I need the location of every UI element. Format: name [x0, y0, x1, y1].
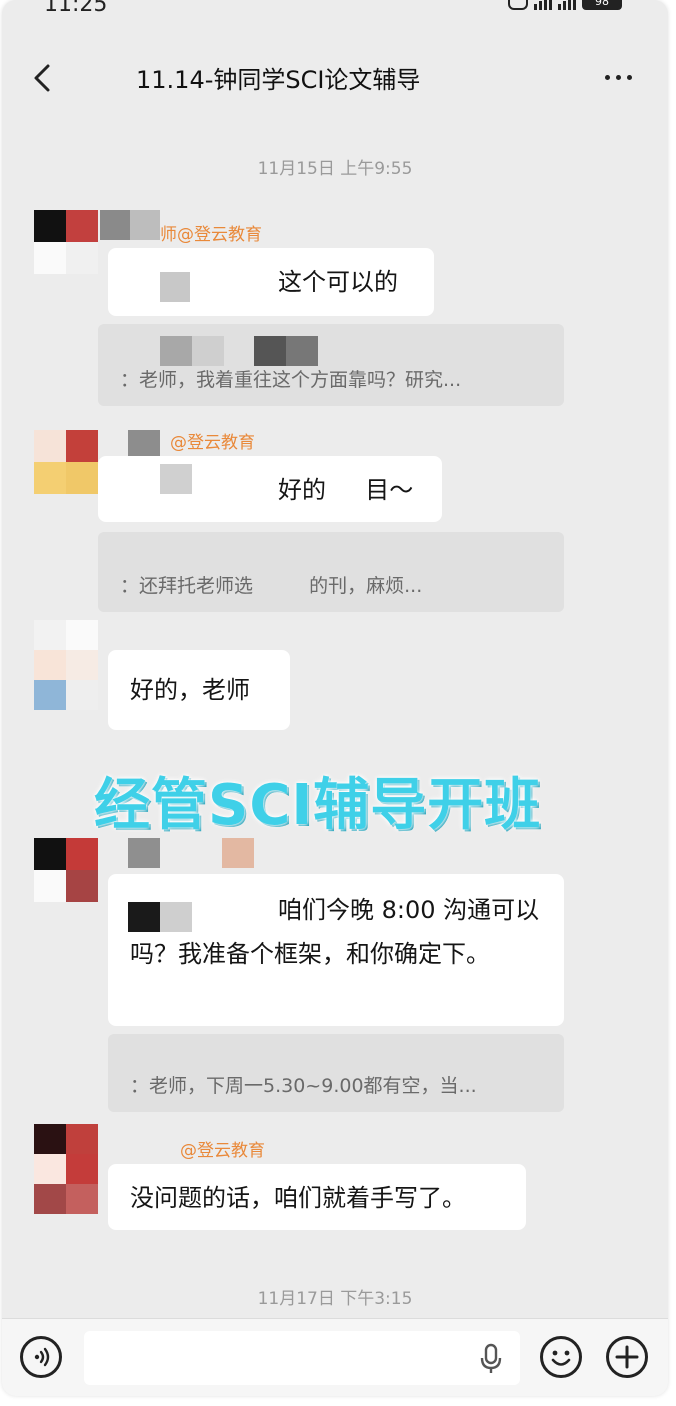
voice-icon[interactable]	[20, 1336, 62, 1378]
pixelated-area	[128, 902, 160, 932]
pixelated-area	[160, 336, 192, 366]
chevron-left-icon[interactable]	[28, 62, 58, 94]
avatar[interactable]	[34, 838, 98, 902]
pixelated-area	[160, 464, 192, 494]
pixelated-area	[192, 336, 224, 366]
quote-text: ：还拜托老师选 的刊，麻烦...	[120, 575, 423, 597]
mute-icon	[508, 0, 528, 10]
pixelated-area	[222, 838, 254, 868]
message-bubble[interactable]: 咱们今晚 8:00 沟通可以吗？我准备个框架，和你确定下。	[108, 874, 564, 1026]
status-bar: 11:25 98	[2, 0, 668, 22]
pixelated-area	[128, 838, 160, 868]
pixelated-area	[160, 902, 192, 932]
message-bubble[interactable]: 没问题的话，咱们就着手写了。	[108, 1164, 526, 1230]
status-icons: 98	[508, 0, 622, 10]
avatar[interactable]	[34, 210, 98, 274]
avatar[interactable]	[34, 1124, 98, 1214]
message-input[interactable]	[84, 1331, 520, 1385]
add-icon[interactable]	[606, 1336, 648, 1378]
avatar[interactable]	[34, 430, 98, 494]
message-text: 好的，老师	[130, 676, 250, 704]
timestamp: 11月17日 下午3:15	[257, 1289, 413, 1309]
message-text: 没问题的话，咱们就着手写了。	[130, 1184, 466, 1212]
pixelated-area	[286, 336, 318, 366]
battery-icon: 98	[582, 0, 622, 10]
sender-name: @登云教育	[170, 433, 255, 453]
message-text: 这个可以的	[278, 268, 398, 296]
timestamp: 11月15日 上午9:55	[257, 159, 413, 179]
pixelated-area	[100, 210, 130, 240]
status-time: 11:25	[44, 0, 108, 17]
signal-icon	[534, 0, 552, 10]
chat-title: 11.14-钟同学SCI论文辅导	[136, 66, 421, 94]
pixelated-area	[130, 210, 160, 240]
message-bubble[interactable]: 这个可以的	[108, 248, 434, 316]
more-dots-icon[interactable]	[598, 60, 638, 94]
emoji-icon[interactable]	[540, 1336, 582, 1378]
sender-name: @登云教育	[180, 1141, 265, 1161]
quote-text: ：老师，我着重往这个方面靠吗？研究...	[120, 369, 462, 391]
chat-header: 11.14-钟同学SCI论文辅导	[2, 40, 668, 116]
quote-block[interactable]: ：老师，下周一5.30~9.00都有空，当...	[108, 1034, 564, 1112]
chat-screen: 11:25 98 11.14-钟同学SCI论文辅导 11月15日 上午9:55 …	[2, 0, 668, 1396]
message-bubble[interactable]: 好的，老师	[108, 650, 290, 730]
promo-banner: 经管SCI辅导开班	[94, 773, 542, 838]
input-bar	[2, 1318, 668, 1396]
pixelated-area	[254, 336, 286, 366]
avatar[interactable]	[34, 620, 98, 710]
pixelated-area	[160, 272, 190, 302]
message-text: 好的 目～	[278, 476, 414, 504]
quote-block[interactable]: ：还拜托老师选 的刊，麻烦...	[98, 532, 564, 612]
quote-text: ：老师，下周一5.30~9.00都有空，当...	[130, 1075, 477, 1097]
message-bubble[interactable]: 好的 目～	[98, 456, 442, 522]
microphone-icon[interactable]	[478, 1343, 504, 1375]
signal-icon	[558, 0, 576, 10]
sender-name: 师@登云教育	[160, 225, 262, 245]
